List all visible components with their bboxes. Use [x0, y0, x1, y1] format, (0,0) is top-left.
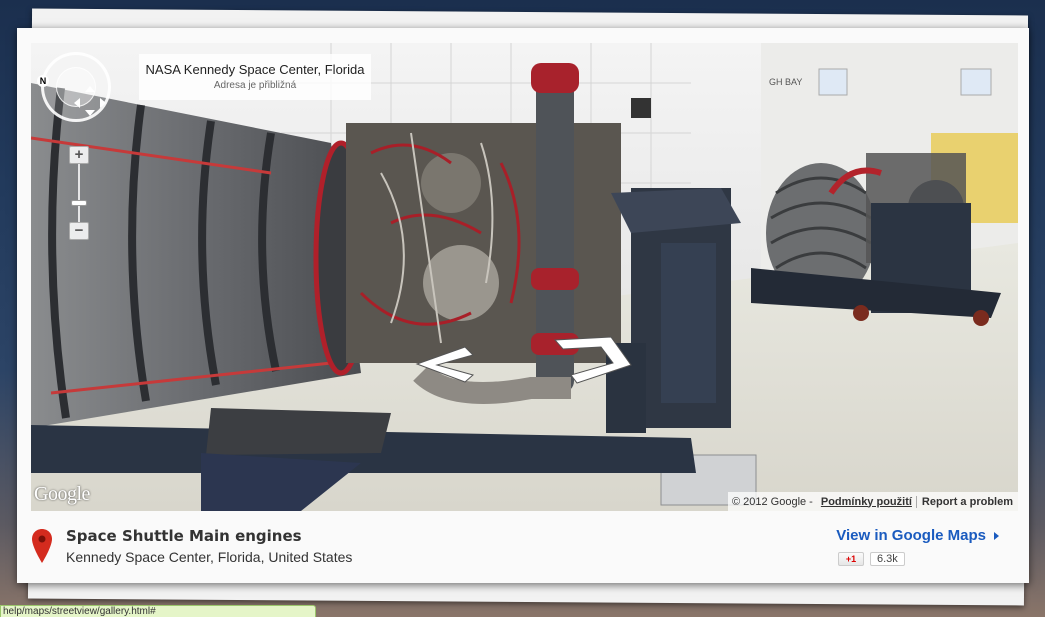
terms-link[interactable]: Podmínky použití [817, 496, 916, 508]
place-title: Space Shuttle Main engines [66, 527, 302, 545]
chevron-right-icon [994, 532, 999, 541]
pan-control[interactable] [41, 52, 111, 122]
view-in-google-maps-label[interactable]: View in Google Maps [836, 527, 986, 544]
address-approximate-note: Adresa je přibližná [213, 80, 297, 91]
copyright-text: © 2012 Google - [731, 495, 813, 508]
zoom-slider-thumb[interactable] [71, 200, 87, 207]
streetview-panorama[interactable]: GH BAY N + − NASA Kennedy Space Center, … [31, 43, 1018, 511]
compass-north-icon[interactable]: N [37, 75, 49, 87]
zoom-control: + − [69, 146, 89, 241]
browser-status-bar: help/maps/streetview/gallery.html# [0, 605, 316, 617]
panorama-scene: GH BAY [31, 43, 1018, 511]
address-overlay: NASA Kennedy Space Center, Florida Adres… [139, 54, 371, 100]
zoom-slider-track[interactable] [78, 164, 80, 222]
place-address: Kennedy Space Center, Florida, United St… [66, 549, 353, 565]
pan-down-icon[interactable] [85, 110, 95, 116]
streetview-card: GH BAY N + − NASA Kennedy Space Center, … [17, 28, 1029, 583]
google-logo[interactable]: Google [34, 483, 90, 506]
pan-left-icon[interactable] [74, 98, 80, 108]
google-plus-count: 6.3k [870, 552, 905, 566]
pan-up-icon[interactable] [85, 86, 95, 92]
google-plus-one-button[interactable]: +1 [838, 552, 864, 566]
zoom-out-button[interactable]: − [69, 222, 89, 240]
pan-control-center[interactable] [56, 67, 106, 116]
map-pin-icon [32, 529, 52, 563]
zoom-in-button[interactable]: + [69, 146, 89, 164]
pan-right-arrow[interactable] [553, 335, 633, 385]
view-in-google-maps-link[interactable]: View in Google Maps [836, 527, 999, 544]
copyright-bar: © 2012 Google - Podmínky použití Report … [727, 492, 1018, 511]
hangar-sign-text: GH BAY [769, 77, 802, 87]
report-problem-link[interactable]: Report a problem [915, 495, 1018, 508]
place-info-bar: Space Shuttle Main engines Kennedy Space… [17, 511, 1029, 583]
pan-left-arrow[interactable] [415, 345, 477, 383]
pan-right-icon[interactable] [100, 98, 106, 108]
address-title: NASA Kennedy Space Center, Florida [145, 62, 365, 77]
